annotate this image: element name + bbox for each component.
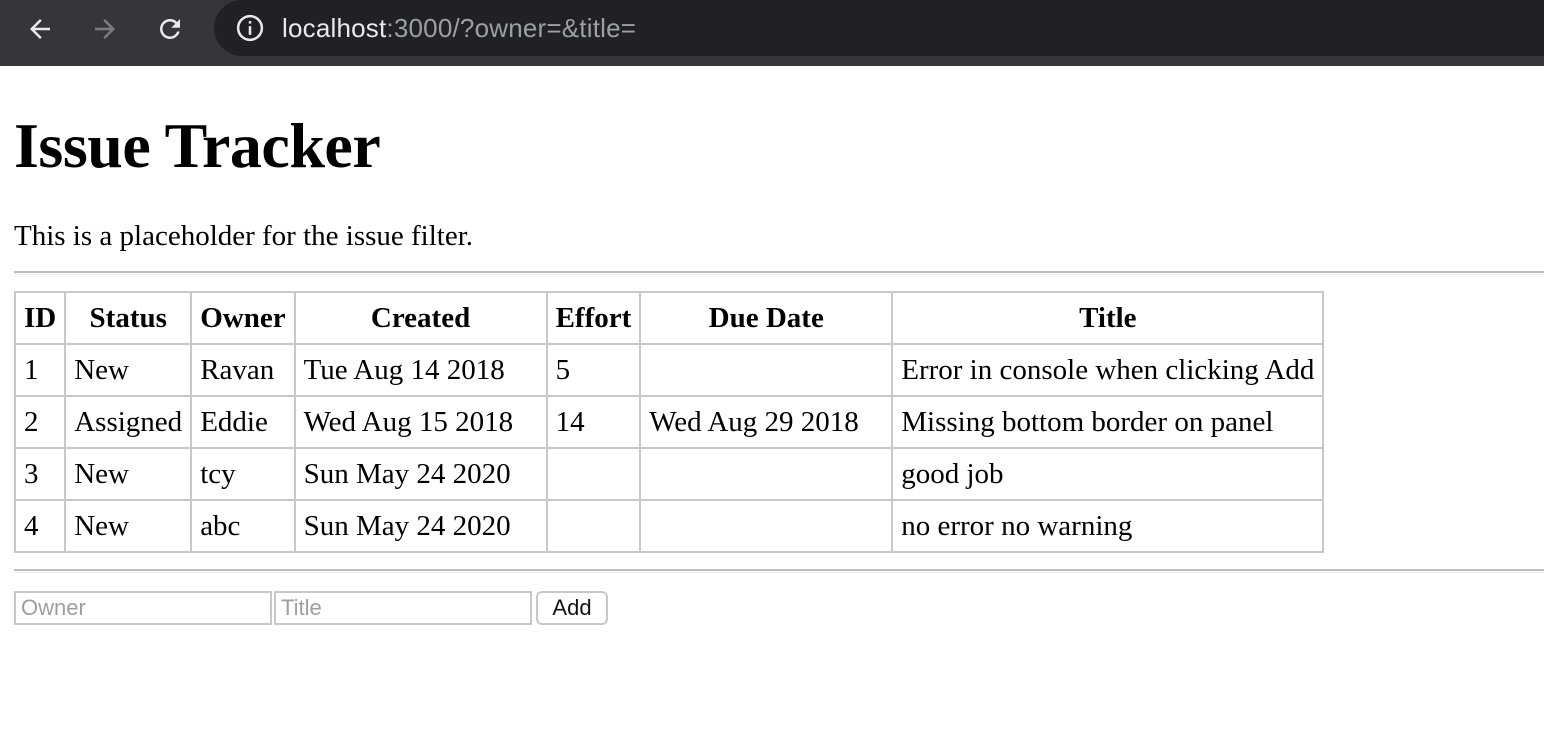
cell-due-date — [639, 343, 894, 397]
cell-id: 2 — [13, 395, 67, 449]
forward-button[interactable] — [85, 9, 125, 49]
cell-status: New — [64, 447, 193, 501]
table-row: 1 New Ravan Tue Aug 14 2018 5 Error in c… — [13, 343, 1325, 397]
header-owner: Owner — [190, 291, 296, 345]
cell-owner: Eddie — [190, 395, 296, 449]
cell-effort: 14 — [545, 395, 642, 449]
cell-id: 3 — [13, 447, 67, 501]
cell-due-date — [639, 447, 894, 501]
page-title: Issue Tracker — [14, 110, 381, 181]
add-button[interactable]: Add — [536, 591, 608, 625]
cell-effort — [545, 447, 642, 501]
header-status: Status — [64, 291, 193, 345]
cell-effort — [545, 499, 642, 553]
cell-id: 4 — [13, 499, 67, 553]
header-id: ID — [13, 291, 67, 345]
cell-title: Error in console when clicking Add — [891, 343, 1325, 397]
cell-status: Assigned — [64, 395, 193, 449]
address-bar[interactable]: localhost:3000/?owner=&title= — [214, 0, 1544, 56]
cell-title: no error no warning — [891, 499, 1325, 553]
header-effort: Effort — [545, 291, 642, 345]
header-due-date: Due Date — [639, 291, 894, 345]
browser-toolbar: localhost:3000/?owner=&title= — [0, 0, 1544, 66]
reload-icon — [159, 18, 180, 39]
cell-effort: 5 — [545, 343, 642, 397]
cell-created: Sun May 24 2020 — [293, 499, 548, 553]
url-path: :3000/?owner=&title= — [386, 12, 637, 43]
cell-id: 1 — [13, 343, 67, 397]
url-host: localhost — [282, 12, 387, 43]
header-created: Created — [293, 291, 548, 345]
owner-input[interactable] — [14, 591, 272, 625]
page-content: Issue Tracker This is a placeholder for … — [0, 66, 1544, 625]
cell-owner: tcy — [190, 447, 296, 501]
cell-owner: abc — [190, 499, 296, 553]
arrow-right-icon — [95, 19, 115, 39]
cell-status: New — [64, 343, 193, 397]
info-icon[interactable] — [234, 12, 266, 44]
header-title: Title — [891, 291, 1325, 345]
arrow-left-icon — [30, 19, 50, 39]
cell-created: Sun May 24 2020 — [293, 447, 548, 501]
cell-title: good job — [891, 447, 1325, 501]
table-row: 4 New abc Sun May 24 2020 no error no wa… — [13, 499, 1325, 553]
title-input[interactable] — [274, 591, 532, 625]
table-row: 2 Assigned Eddie Wed Aug 15 2018 14 Wed … — [13, 395, 1325, 449]
divider — [14, 271, 1544, 275]
cell-status: New — [64, 499, 193, 553]
cell-owner: Ravan — [190, 343, 296, 397]
cell-due-date: Wed Aug 29 2018 — [639, 395, 894, 449]
table-header-row: ID Status Owner Created Effort Due Date … — [13, 291, 1325, 345]
issue-add-form: Add — [14, 591, 1544, 625]
issue-filter-placeholder: This is a placeholder for the issue filt… — [14, 220, 474, 252]
reload-button[interactable] — [150, 9, 190, 49]
cell-created: Wed Aug 15 2018 — [293, 395, 548, 449]
divider — [14, 569, 1544, 573]
back-button[interactable] — [20, 9, 60, 49]
cell-title: Missing bottom border on panel — [891, 395, 1325, 449]
cell-created: Tue Aug 14 2018 — [293, 343, 548, 397]
issue-table: ID Status Owner Created Effort Due Date … — [13, 291, 1325, 553]
url-text[interactable]: localhost:3000/?owner=&title= — [282, 13, 636, 44]
cell-due-date — [639, 499, 894, 553]
table-row: 3 New tcy Sun May 24 2020 good job — [13, 447, 1325, 501]
